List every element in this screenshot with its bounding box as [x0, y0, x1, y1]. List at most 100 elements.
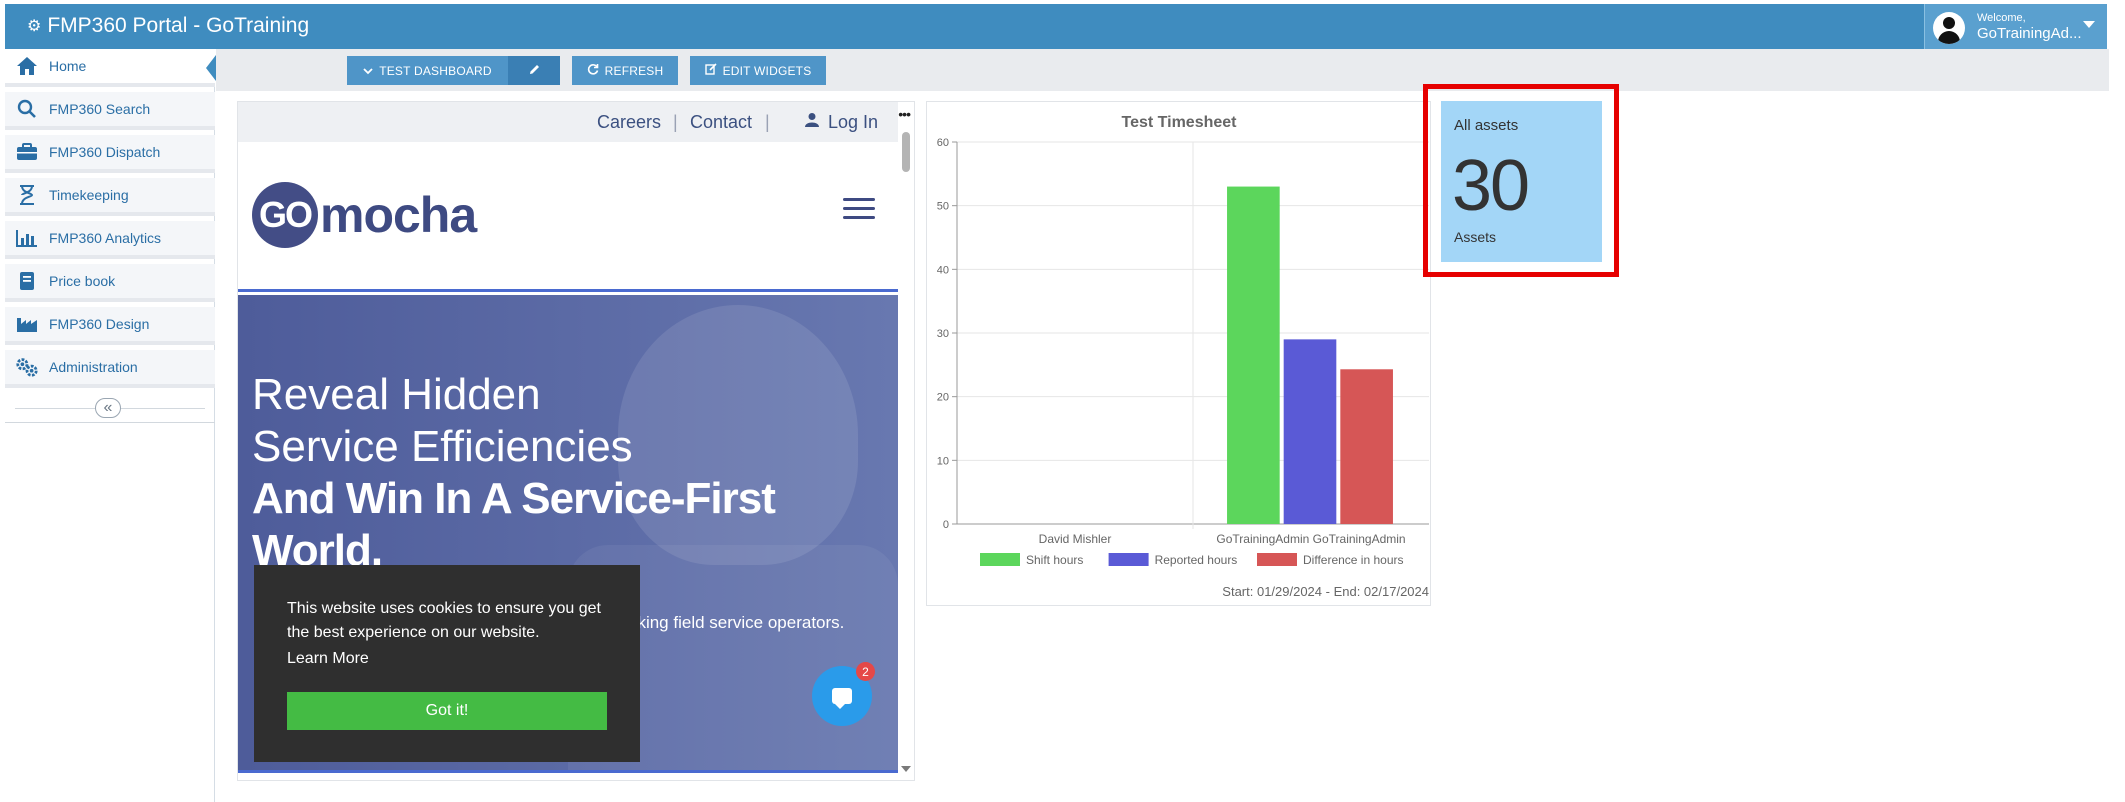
logo-mocha: mocha — [320, 187, 477, 243]
y-tick-label: 50 — [937, 201, 949, 213]
dashboard-selector-button[interactable]: TEST DASHBOARD — [347, 56, 508, 85]
legend-label: Difference in hours — [1303, 553, 1404, 567]
user-icon — [804, 112, 820, 133]
sidebar-item-label: Price book — [49, 273, 116, 289]
user-name: GoTrainingAd... — [1977, 25, 2082, 42]
collapse-sidebar-button[interactable]: « — [95, 398, 121, 418]
sidebar-item-timekeeping[interactable]: Timekeeping — [5, 178, 215, 216]
sidebar-item-label: FMP360 Search — [49, 101, 151, 117]
login-link[interactable]: Log In — [828, 112, 878, 133]
divider — [5, 422, 215, 423]
gears-icon — [15, 356, 39, 378]
more-options-icon[interactable]: ••• — [898, 106, 911, 122]
y-tick-label: 10 — [937, 455, 949, 467]
cookie-message: This website uses cookies to ensure you … — [287, 600, 601, 641]
y-tick-label: 20 — [937, 392, 949, 404]
timesheet-chart-widget: Test Timesheet 0 10 20 30 40 50 60 David Mishler… — [926, 101, 1431, 606]
hero-subheading: And Win In A Service-First World. — [252, 473, 892, 577]
pencil-icon — [528, 63, 541, 79]
chart-bar — [1340, 369, 1393, 524]
y-tick-label: 30 — [937, 328, 949, 340]
legend-swatch — [980, 553, 1020, 566]
refresh-icon — [587, 63, 599, 78]
dashboard-toolbar: TEST DASHBOARD REFRESH EDIT WIDGETS — [216, 49, 2109, 91]
sidebar-item-fmp360-design[interactable]: FMP360 Design — [5, 307, 215, 345]
legend-label: Reported hours — [1155, 553, 1238, 567]
contact-link[interactable]: Contact — [690, 112, 752, 133]
website-header: GO mocha — [238, 142, 898, 292]
accept-cookies-button[interactable]: Got it! — [287, 692, 607, 730]
chart-footer: Start: 01/29/2024 - End: 02/17/2024 — [1222, 584, 1429, 599]
y-tick-label: 60 — [937, 137, 949, 149]
chart-title: Test Timesheet — [1121, 114, 1237, 131]
learn-more-link[interactable]: Learn More — [287, 650, 369, 668]
sidebar-item-fmp360-analytics[interactable]: FMP360 Analytics — [5, 221, 215, 259]
chart-bar — [1227, 186, 1280, 525]
hero-line: And Win In A Service-First — [252, 474, 776, 523]
user-menu[interactable]: Welcome, GoTrainingAd... — [1924, 4, 2107, 49]
logo-go: GO — [252, 182, 318, 248]
chevron-down-icon[interactable] — [2083, 21, 2095, 28]
edit-icon — [704, 63, 717, 78]
nav-separator: | — [673, 112, 678, 132]
highlight-box — [1423, 84, 1619, 277]
x-tick-label: David Mishler — [1039, 532, 1112, 546]
legend-label: Shift hours — [1026, 553, 1083, 567]
chevron-down-icon — [363, 64, 373, 78]
x-tick-label: GoTrainingAdmin GoTrainingAdmin — [1216, 532, 1405, 546]
y-tick-label: 40 — [937, 264, 949, 276]
home-icon — [15, 55, 39, 77]
sidebar-item-label: Home — [49, 58, 87, 74]
sidebar-item-label: Administration — [49, 359, 138, 375]
app-title: ⚙ FMP360 Portal - GoTraining — [27, 14, 309, 38]
app-title-text: FMP360 Portal - GoTraining — [47, 14, 310, 37]
cookie-banner: This website uses cookies to ensure you … — [254, 565, 640, 762]
active-indicator — [206, 55, 216, 81]
avatar — [1933, 12, 1965, 44]
legend-swatch — [1257, 553, 1297, 566]
timesheet-chart: Test Timesheet 0 10 20 30 40 50 60 David Mishler… — [937, 114, 1429, 599]
edit-widgets-button[interactable]: EDIT WIDGETS — [690, 56, 826, 85]
chart-bar — [1283, 339, 1337, 524]
edit-widgets-label: EDIT WIDGETS — [722, 63, 812, 78]
sidebar: Home FMP360 Search FMP360 Dispatch Timek… — [5, 49, 216, 802]
sidebar-item-label: FMP360 Dispatch — [49, 144, 161, 160]
sidebar-item-home[interactable]: Home — [5, 49, 216, 87]
website-nav: Careers | Contact | Log In — [238, 102, 898, 142]
y-tick-label: 0 — [943, 519, 949, 531]
sidebar-item-price-book[interactable]: Price book — [5, 264, 215, 302]
legend-swatch — [1108, 553, 1149, 566]
search-icon — [15, 98, 39, 120]
hourglass-icon — [15, 184, 39, 206]
gomocha-logo: GO mocha — [252, 182, 477, 248]
hero-tagline: oking field service operators. — [628, 613, 845, 632]
hero-heading: Reveal Hidden Service Efficiencies — [252, 369, 872, 473]
app-logo-icon: ⚙ — [27, 18, 42, 35]
factory-icon — [15, 313, 39, 335]
book-icon — [15, 270, 39, 292]
hamburger-menu-icon[interactable] — [843, 198, 875, 220]
refresh-button[interactable]: REFRESH — [572, 56, 678, 85]
sidebar-item-label: FMP360 Analytics — [49, 230, 162, 246]
bar-chart-icon — [15, 227, 39, 249]
scroll-down-arrow-icon[interactable] — [901, 766, 911, 772]
hero-line: Reveal Hidden — [252, 370, 541, 419]
refresh-label: REFRESH — [604, 63, 664, 78]
careers-link[interactable]: Careers — [597, 112, 661, 133]
sidebar-item-fmp360-dispatch[interactable]: FMP360 Dispatch — [5, 135, 215, 173]
scrollbar-thumb[interactable] — [902, 132, 910, 172]
app-header: ⚙ FMP360 Portal - GoTraining Welcome, Go… — [5, 4, 2107, 49]
welcome-text: Welcome, — [1977, 12, 2026, 24]
sidebar-item-label: Timekeeping — [49, 187, 129, 203]
sidebar-item-label: FMP360 Design — [49, 316, 150, 332]
chat-button[interactable]: 2 — [812, 662, 875, 726]
briefcase-icon — [15, 141, 39, 163]
hero-line: Service Efficiencies — [252, 422, 633, 471]
chat-badge: 2 — [856, 662, 875, 681]
nav-separator: | — [765, 112, 770, 132]
dashboard-name: TEST DASHBOARD — [379, 63, 492, 78]
sidebar-item-fmp360-search[interactable]: FMP360 Search — [5, 92, 215, 130]
edit-dashboard-button[interactable] — [508, 56, 560, 85]
scrollbar[interactable] — [900, 122, 914, 780]
sidebar-item-administration[interactable]: Administration — [5, 350, 215, 388]
